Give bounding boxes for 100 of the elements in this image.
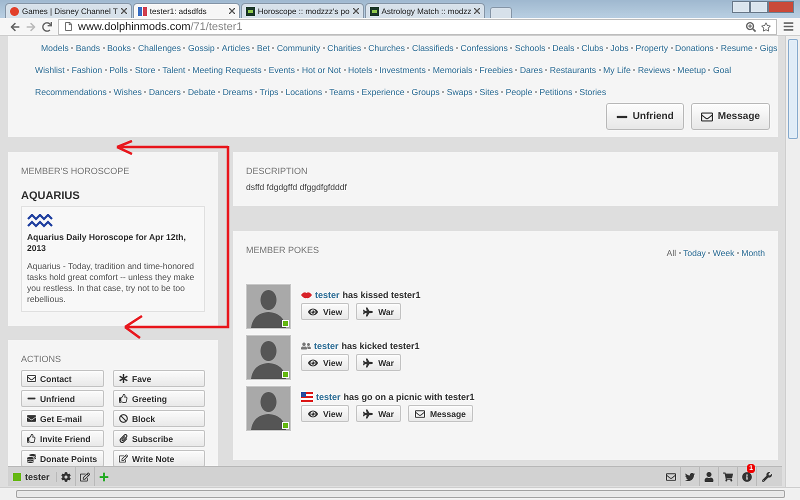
nav-link[interactable]: Deals (552, 43, 574, 53)
maximize-button[interactable] (750, 1, 768, 13)
action-button[interactable]: Contact (21, 370, 104, 387)
nav-link[interactable]: My Life (603, 65, 631, 75)
nav-link[interactable]: Community (276, 43, 320, 53)
nav-link[interactable]: Challenges (138, 43, 181, 53)
zoom-icon[interactable] (746, 22, 756, 32)
address-field[interactable]: www.dolphinmods.com/71/tester1 (58, 18, 777, 34)
nav-link[interactable]: Reviews (638, 65, 670, 75)
poke-action-button[interactable]: View (301, 405, 350, 422)
nav-link[interactable]: Talent (162, 65, 186, 75)
close-icon[interactable] (120, 8, 127, 14)
filter-link[interactable]: Week (712, 248, 734, 258)
browser-tab[interactable]: Games | Disney Channel T (5, 3, 132, 18)
nav-link[interactable]: Store (134, 65, 156, 75)
close-icon[interactable] (228, 8, 235, 14)
thumbs-up-icon (119, 394, 128, 403)
nav-link[interactable]: Clubs (581, 43, 604, 53)
nav-link[interactable]: Schools (514, 43, 546, 53)
nav-link[interactable]: Petitions (539, 87, 572, 97)
nav-link[interactable]: Dreams (222, 87, 253, 97)
browser-tab[interactable]: Astrology Match :: modzz (364, 3, 486, 18)
action-button[interactable]: Write Note (113, 450, 205, 466)
profile-action-button[interactable]: Message (690, 103, 770, 130)
action-button[interactable]: Invite Friend (21, 430, 104, 447)
action-button[interactable]: Greeting (113, 390, 205, 407)
nav-link[interactable]: Stories (579, 87, 606, 97)
poke-action-button[interactable]: War (356, 303, 401, 320)
poke-action-button[interactable]: Message (408, 405, 473, 422)
nav-link[interactable]: Investments (379, 65, 426, 75)
browser-tab[interactable]: Horoscope :: modzzz's po (240, 3, 364, 18)
user-link[interactable]: tester (315, 290, 340, 300)
nav-link[interactable]: Groups (412, 87, 440, 97)
username[interactable]: tester (25, 472, 50, 482)
close-icon[interactable] (352, 8, 359, 14)
nav-link[interactable]: Swaps (446, 87, 473, 97)
nav-link[interactable]: Meetup (677, 65, 706, 75)
nav-link[interactable]: Experience (362, 87, 405, 97)
nav-link[interactable]: Confessions (460, 43, 508, 53)
back-icon[interactable] (10, 22, 20, 32)
nav-link[interactable]: Classifieds (412, 43, 454, 53)
browser-tab[interactable]: tester1: adsdfds (132, 3, 240, 18)
nav-link[interactable]: Property (636, 43, 668, 53)
nav-link[interactable]: Fashion (72, 65, 102, 75)
profile-action-button[interactable]: Unfriend (606, 103, 684, 130)
nav-link[interactable]: Gossip (188, 43, 215, 53)
nav-link[interactable]: Trips (260, 87, 278, 97)
action-button[interactable]: Fave (113, 370, 205, 387)
reload-icon[interactable] (42, 22, 52, 32)
filter-link[interactable]: All (666, 248, 676, 258)
nav-link[interactable]: People (506, 87, 532, 97)
nav-link[interactable]: Meeting Requests (192, 65, 262, 75)
nav-link[interactable]: Dares (520, 65, 543, 75)
nav-link[interactable]: Books (107, 43, 131, 53)
nav-link[interactable]: Debate (188, 87, 216, 97)
nav-link[interactable]: Dancers (148, 87, 181, 97)
nav-link[interactable]: Events (268, 65, 295, 75)
nav-link[interactable]: Bet (256, 43, 270, 53)
nav-link[interactable]: Sites (480, 87, 499, 97)
user-link[interactable]: tester (316, 392, 341, 402)
nav-link[interactable]: Models (41, 43, 69, 53)
nav-link[interactable]: Hot or Not (302, 65, 342, 75)
user-link[interactable]: tester (314, 341, 339, 351)
star-icon[interactable] (761, 22, 771, 32)
poke-action-button[interactable]: View (301, 354, 350, 371)
nav-link[interactable]: Bands (76, 43, 100, 53)
filter-link[interactable]: Today (683, 248, 706, 258)
nav-link[interactable]: Locations (285, 87, 322, 97)
nav-link[interactable]: Recommendations (35, 87, 107, 97)
nav-link[interactable]: Wishlist (35, 65, 65, 75)
poke-action-button[interactable]: War (356, 354, 401, 371)
nav-link[interactable]: Hotels (348, 65, 372, 75)
filter-link[interactable]: Month (741, 248, 765, 258)
action-button[interactable]: Subscribe (113, 430, 205, 447)
horizontal-scrollbar[interactable] (0, 487, 800, 500)
nav-link[interactable]: Articles (222, 43, 250, 53)
menu-icon[interactable] (783, 21, 794, 32)
nav-link[interactable]: Jobs (610, 43, 629, 53)
envelope-icon (27, 374, 36, 383)
action-button[interactable]: Get E-mail (21, 410, 104, 427)
nav-link[interactable]: Wishes (114, 87, 142, 97)
nav-link[interactable]: Memorials (432, 65, 472, 75)
poke-action-button[interactable]: View (301, 303, 350, 320)
poke-action-button[interactable]: War (356, 405, 401, 422)
action-button[interactable]: Block (113, 410, 205, 427)
nav-link[interactable]: Polls (109, 65, 128, 75)
nav-link[interactable]: Charities (327, 43, 362, 53)
action-button[interactable]: Unfriend (21, 390, 104, 407)
nav-link[interactable]: Gigs (760, 43, 778, 53)
nav-link[interactable]: Goal (712, 65, 732, 75)
minimize-button[interactable] (732, 1, 750, 13)
nav-link[interactable]: Teams (329, 87, 355, 97)
nav-link[interactable]: Restaurants (550, 65, 596, 75)
nav-link[interactable]: Resume (720, 43, 753, 53)
close-icon[interactable] (474, 8, 480, 14)
nav-link[interactable]: Freebies (479, 65, 513, 75)
vertical-scrollbar[interactable] (785, 36, 800, 487)
action-button[interactable]: Donate Points (21, 450, 104, 466)
nav-link[interactable]: Churches (368, 43, 405, 53)
nav-link[interactable]: Donations (675, 43, 714, 53)
